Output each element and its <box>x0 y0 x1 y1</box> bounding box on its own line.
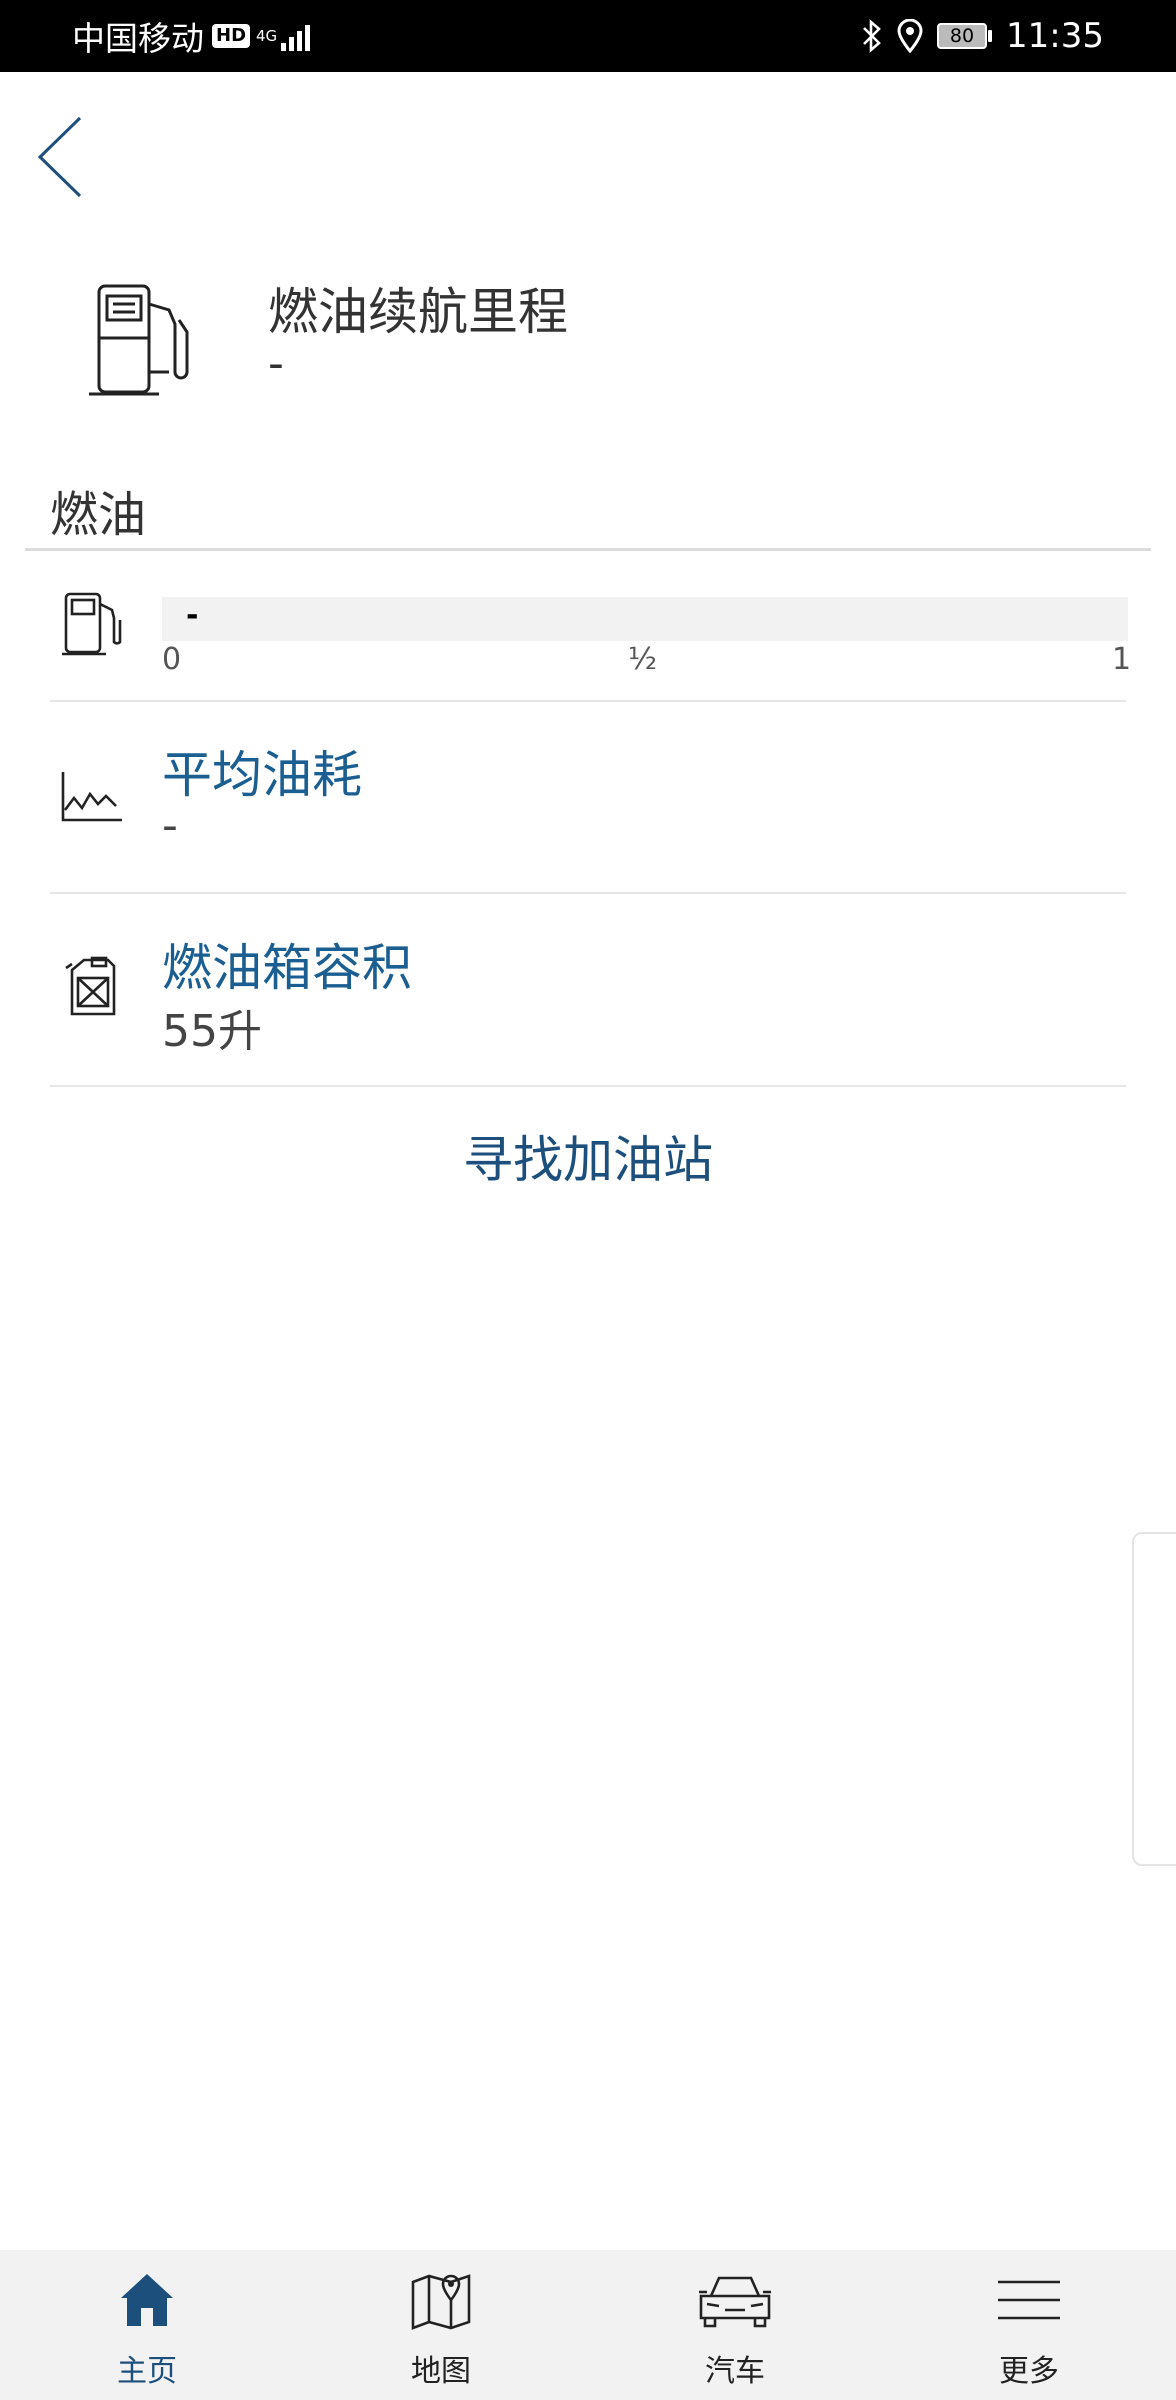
battery-level: 80 <box>937 23 988 49</box>
avg-consumption-value: - <box>162 800 178 851</box>
tank-capacity-title: 燃油箱容积 <box>162 939 412 997</box>
jerry-can-icon <box>65 956 116 1016</box>
side-drawer-handle[interactable] <box>1132 1532 1176 1866</box>
consumption-chart-icon <box>61 772 122 822</box>
range-value: - <box>268 338 284 389</box>
fuel-gauge-icon <box>62 592 122 656</box>
menu-icon <box>998 2280 1060 2320</box>
fuel-level-bar <box>162 597 1128 641</box>
hd-badge: HD <box>212 24 251 48</box>
section-divider <box>25 548 1151 551</box>
carrier-name: 中国移动 <box>72 19 204 58</box>
nav-label-map: 地图 <box>411 2354 471 2389</box>
battery-icon: 80 <box>937 23 993 49</box>
row-divider <box>50 1085 1126 1087</box>
back-button[interactable] <box>30 110 90 205</box>
tank-capacity-value: 55升 <box>162 1006 262 1057</box>
status-bar: 中国移动 HD 4G 80 11:35 <box>0 0 1176 72</box>
nav-label-more: 更多 <box>999 2354 1059 2389</box>
avg-consumption-title: 平均油耗 <box>162 746 362 804</box>
nav-label-car: 汽车 <box>705 2354 765 2389</box>
nav-item-car[interactable]: 汽车 <box>588 2250 882 2400</box>
location-icon <box>897 19 923 53</box>
section-title-fuel: 燃油 <box>50 487 147 543</box>
nav-label-home: 主页 <box>117 2354 177 2389</box>
range-title: 燃油续航里程 <box>268 283 568 341</box>
clock: 11:35 <box>1006 16 1104 56</box>
fuel-level-value: - <box>186 598 199 633</box>
bluetooth-icon <box>863 19 881 53</box>
fuel-pump-icon <box>89 284 189 396</box>
find-gas-station-button[interactable]: 寻找加油站 <box>0 1120 1176 1200</box>
nav-item-home[interactable]: 主页 <box>0 2250 294 2400</box>
map-icon <box>411 2274 471 2330</box>
nav-item-more[interactable]: 更多 <box>882 2250 1176 2400</box>
gauge-tick-full: 1 <box>1112 642 1132 677</box>
row-divider <box>50 892 1126 894</box>
row-divider <box>50 700 1126 702</box>
status-right: 80 11:35 <box>861 0 1104 72</box>
car-icon <box>699 2276 771 2328</box>
gauge-tick-empty: 0 <box>162 642 182 677</box>
status-left: 中国移动 HD 4G <box>72 0 311 72</box>
home-icon <box>121 2274 173 2326</box>
bottom-nav: 主页 地图 汽车 更多 <box>0 2250 1176 2400</box>
network-type: 4G <box>256 27 278 45</box>
gauge-tick-half: ½ <box>628 642 658 677</box>
signal-icon <box>281 21 311 51</box>
nav-item-map[interactable]: 地图 <box>294 2250 588 2400</box>
